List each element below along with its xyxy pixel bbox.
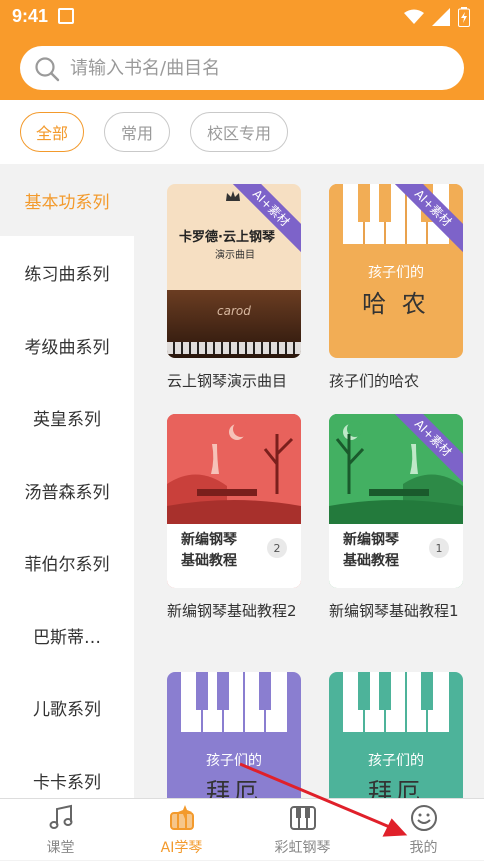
book-cover: 新编钢琴 基础教程 2 (167, 414, 301, 588)
filter-bar: 全部 常用 校区专用 (0, 100, 484, 164)
tab-rainbow-piano[interactable]: 彩虹钢琴 (242, 799, 363, 861)
volume-badge: 1 (429, 538, 449, 558)
tab-classroom[interactable]: 课堂 (0, 799, 121, 861)
music-note-icon (49, 804, 72, 829)
ai-piano-icon (169, 805, 194, 830)
book-title: 云上钢琴演示曲目 (167, 372, 288, 390)
crown-icon (226, 191, 240, 201)
book-card[interactable]: 新编钢琴 基础教程 2 新编钢琴基础教程2 (167, 414, 301, 622)
header (0, 36, 484, 100)
sidebar-item-faber[interactable]: 菲伯尔系列 (0, 526, 134, 598)
book-cover: carod 卡罗德·云上钢琴 演示曲目 AI+素材 (167, 184, 301, 358)
book-card[interactable]: 孩子们的 拜厄 (329, 672, 463, 798)
book-cover: 孩子们的 哈 农 AI+素材 (329, 184, 463, 358)
notification-icon (58, 8, 74, 24)
sidebar-item-children-songs[interactable]: 儿歌系列 (0, 671, 134, 743)
book-cover: 新编钢琴 基础教程 1 AI+素材 (329, 414, 463, 588)
category-sidebar: 基本功系列 练习曲系列 考级曲系列 英皇系列 汤普森系列 菲伯尔系列 巴斯蒂… … (0, 164, 134, 798)
illustration-image (167, 414, 301, 524)
sidebar-item-thompson[interactable]: 汤普森系列 (0, 454, 134, 526)
search-bar[interactable] (20, 46, 464, 90)
search-input[interactable] (70, 52, 450, 84)
sidebar-item-abrsm[interactable]: 英皇系列 (0, 381, 134, 453)
book-card[interactable]: 孩子们的 哈 农 AI+素材 孩子们的哈农 (329, 184, 463, 392)
search-icon (35, 57, 60, 82)
volume-badge: 2 (267, 538, 287, 558)
status-time: 9:41 (12, 6, 49, 26)
filter-campus[interactable]: 校区专用 (190, 112, 288, 152)
signal-icon (432, 8, 450, 26)
sidebar-item-bastien[interactable]: 巴斯蒂… (0, 599, 134, 671)
wifi-icon (404, 9, 424, 24)
book-title: 孩子们的哈农 (329, 372, 420, 390)
sidebar-item-kaka[interactable]: 卡卡系列 (0, 744, 134, 798)
filter-frequent[interactable]: 常用 (104, 112, 170, 152)
smiley-icon (410, 805, 437, 831)
filter-all[interactable]: 全部 (20, 112, 84, 152)
book-cover: 孩子们的 拜厄 (167, 672, 301, 798)
sidebar-item-exam[interactable]: 考级曲系列 (0, 309, 134, 381)
book-card[interactable]: 新编钢琴 基础教程 1 AI+素材 新编钢琴基础教程1 (329, 414, 463, 622)
tab-mine[interactable]: 我的 (363, 799, 484, 861)
brand-logo: carod (217, 304, 251, 318)
book-grid: carod 卡罗德·云上钢琴 演示曲目 AI+素材 云上钢琴演示曲目 孩子们的 … (147, 164, 484, 798)
bottom-tab-bar: 课堂 AI学琴 彩虹钢琴 我的 (0, 798, 484, 860)
status-bar: 9:41 (0, 0, 484, 36)
book-card[interactable]: 孩子们的 拜厄 (167, 672, 301, 798)
piano-keys-icon (289, 806, 316, 830)
book-title: 新编钢琴基础教程2 (167, 602, 297, 620)
book-cover: 孩子们的 拜厄 (329, 672, 463, 798)
tab-ai-piano[interactable]: AI学琴 (121, 799, 242, 861)
piano-keys-graphic (343, 672, 449, 732)
book-title: 新编钢琴基础教程1 (329, 602, 459, 620)
sidebar-item-basics[interactable]: 基本功系列 (0, 164, 134, 236)
book-card[interactable]: carod 卡罗德·云上钢琴 演示曲目 AI+素材 云上钢琴演示曲目 (167, 184, 301, 392)
illustration-image (329, 414, 463, 524)
piano-keys-graphic (181, 672, 287, 732)
system-icons (404, 7, 470, 27)
battery-icon (458, 7, 470, 27)
sidebar-item-etudes[interactable]: 练习曲系列 (0, 236, 134, 308)
